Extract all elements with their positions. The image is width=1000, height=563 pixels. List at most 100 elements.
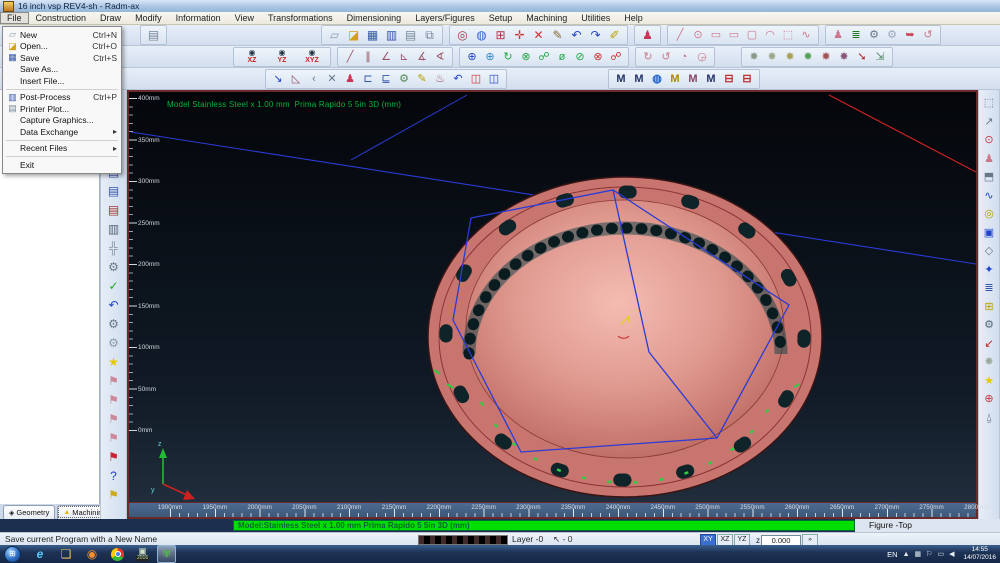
circle-rotate-icon[interactable]: ↻: [499, 49, 517, 65]
circle-nohatch-icon[interactable]: ⊘: [571, 49, 589, 65]
macro-mh-icon[interactable]: M: [630, 71, 648, 87]
menu-dimensioning[interactable]: Dimensioning: [340, 12, 409, 24]
file-menu-item-recent-files[interactable]: Recent Files ▸: [3, 143, 121, 155]
rt-monitor-icon[interactable]: ▣: [980, 224, 998, 243]
zoom-previous-icon[interactable]: ✕: [529, 27, 548, 43]
macro-m-yellow-icon[interactable]: M: [666, 71, 684, 87]
rotate-ccw-icon[interactable]: ↺: [657, 49, 675, 65]
settings-gear-icon[interactable]: ⚙: [865, 27, 883, 43]
rect-icon[interactable]: ▭: [725, 27, 743, 43]
file-menu-item-open[interactable]: ◪ Open... Ctrl+O: [3, 41, 121, 53]
rt-person-icon[interactable]: ♟: [980, 150, 998, 169]
menu-help[interactable]: Help: [617, 12, 650, 24]
lt-dashed-cross-icon[interactable]: ╬: [105, 239, 123, 258]
trim-icon[interactable]: ◺: [287, 71, 305, 87]
macro-m1-icon[interactable]: M: [612, 71, 630, 87]
lt-star-icon[interactable]: ★: [105, 353, 123, 372]
menu-utilities[interactable]: Utilities: [574, 12, 617, 24]
menu-view[interactable]: View: [228, 12, 261, 24]
lt-tool2-icon[interactable]: ⚑: [105, 391, 123, 410]
delete-x-icon[interactable]: ✕: [323, 71, 341, 87]
dome-surface[interactable]: [466, 200, 784, 458]
line-icon[interactable]: ╱: [671, 27, 689, 43]
language-indicator[interactable]: EN: [887, 550, 897, 559]
snap-arrow-icon[interactable]: ↘: [269, 71, 287, 87]
ie-icon[interactable]: e: [27, 546, 53, 562]
zoom-extents-icon[interactable]: ✛: [510, 27, 529, 43]
macro-save1-icon[interactable]: ⊟: [720, 71, 738, 87]
rt-ten-plus-icon[interactable]: ⊞: [980, 298, 998, 317]
rt-star-fly-icon[interactable]: ✦: [980, 261, 998, 280]
rt-cube-icon[interactable]: ⬒: [980, 168, 998, 187]
arc-delete-icon[interactable]: ⊗: [589, 49, 607, 65]
circle-add-icon[interactable]: ⊕: [481, 49, 499, 65]
menu-information[interactable]: Information: [169, 12, 228, 24]
explorer-folder-icon[interactable]: ❏: [53, 546, 79, 562]
linetype-swatch[interactable]: [418, 535, 508, 545]
lt-tool-star-icon[interactable]: ⚑: [105, 486, 123, 505]
mill-area-icon[interactable]: ✸: [799, 49, 817, 65]
circle-icon[interactable]: ⊙: [689, 27, 707, 43]
post-process-icon[interactable]: ▥: [382, 27, 401, 43]
tray-grid-icon[interactable]: ▦: [915, 550, 922, 558]
angle-line-icon[interactable]: ∠: [377, 49, 395, 65]
macro-m-eye-icon[interactable]: M: [702, 71, 720, 87]
view-xyz-button[interactable]: ◉ XYZ: [297, 47, 327, 66]
curve-icon[interactable]: ∿: [797, 27, 815, 43]
print-icon[interactable]: ▤: [144, 27, 163, 43]
undo-blue-icon[interactable]: ↶: [449, 71, 467, 87]
file-menu-item-data-exchange[interactable]: Data Exchange ▸: [3, 126, 121, 138]
z-value-input[interactable]: 0.000: [761, 535, 801, 546]
view-xz-button[interactable]: ◉ XZ: [237, 47, 267, 66]
menu-setup[interactable]: Setup: [482, 12, 520, 24]
chain-delete-icon[interactable]: ☍: [607, 49, 625, 65]
lt-book-export-icon[interactable]: ▤: [105, 201, 123, 220]
chain-icon[interactable]: ☍: [535, 49, 553, 65]
point-angle-icon[interactable]: ∡: [413, 49, 431, 65]
rt-bulb-icon[interactable]: ◎: [980, 205, 998, 224]
mill-drill-icon[interactable]: ✸: [835, 49, 853, 65]
file-menu-item-save[interactable]: ▦ Save Ctrl+S: [3, 52, 121, 64]
arc-slot-icon[interactable]: ◠: [761, 27, 779, 43]
tab-geometry[interactable]: ◈ Geometry: [3, 505, 55, 519]
rt-list-icon[interactable]: ≣: [980, 279, 998, 298]
rt-corner-red-icon[interactable]: ↙: [980, 335, 998, 354]
stamp-icon[interactable]: ♨: [431, 71, 449, 87]
menu-layers-figures[interactable]: Layers/Figures: [408, 12, 482, 24]
action-center-flag-icon[interactable]: ⚐: [926, 550, 932, 558]
file-menu-item-post-process[interactable]: ▥ Post-Process Ctrl+P: [3, 92, 121, 104]
lt-gear-help-icon[interactable]: ⚙: [105, 334, 123, 353]
lt-book-save-icon[interactable]: ▥: [105, 220, 123, 239]
lt-gear-plus-icon[interactable]: ⚙: [105, 315, 123, 334]
menu-transformations[interactable]: Transformations: [261, 12, 340, 24]
annotate-person-icon[interactable]: ♟: [829, 27, 847, 43]
rt-circle-plus-icon[interactable]: ⊕: [980, 390, 998, 409]
person-red-icon[interactable]: ♟: [341, 71, 359, 87]
file-menu-item-new[interactable]: ▱ New Ctrl+N: [3, 29, 121, 41]
file-menu-item-exit[interactable]: Exit: [3, 159, 121, 171]
rt-star-icon[interactable]: ★: [980, 372, 998, 391]
slot-icon[interactable]: ▭: [707, 27, 725, 43]
bars-blue-icon[interactable]: ◫: [485, 71, 503, 87]
rt-marquee-icon[interactable]: ⬚: [980, 94, 998, 113]
print-icon[interactable]: ▤: [401, 27, 420, 43]
open-icon[interactable]: ◪: [344, 27, 363, 43]
file-menu-item-save-as[interactable]: Save As...: [3, 64, 121, 76]
lt-tool-help-icon[interactable]: ?: [105, 467, 123, 486]
mill-rough-icon[interactable]: ✸: [745, 49, 763, 65]
show-hidden-icons-icon[interactable]: ▲: [903, 551, 910, 558]
select-person-icon[interactable]: ♟: [638, 27, 657, 43]
line-2pt-icon[interactable]: ╱: [341, 49, 359, 65]
rt-cube-wire-icon[interactable]: ◇: [980, 242, 998, 261]
menu-machining[interactable]: Machining: [519, 12, 574, 24]
export-icon[interactable]: ➥: [901, 27, 919, 43]
save-icon[interactable]: ▦: [363, 27, 382, 43]
viewport-canvas[interactable]: z x y: [129, 92, 976, 517]
rt-point-line-icon[interactable]: ↗: [980, 113, 998, 132]
chrome-icon[interactable]: [111, 548, 124, 561]
zoom-window-icon[interactable]: ⊞: [491, 27, 510, 43]
new-icon[interactable]: ▱: [325, 27, 344, 43]
arc-centre-icon[interactable]: ◶: [693, 49, 711, 65]
pen-yellow-icon[interactable]: ✎: [413, 71, 431, 87]
pattern-icon[interactable]: ⬚: [779, 27, 797, 43]
